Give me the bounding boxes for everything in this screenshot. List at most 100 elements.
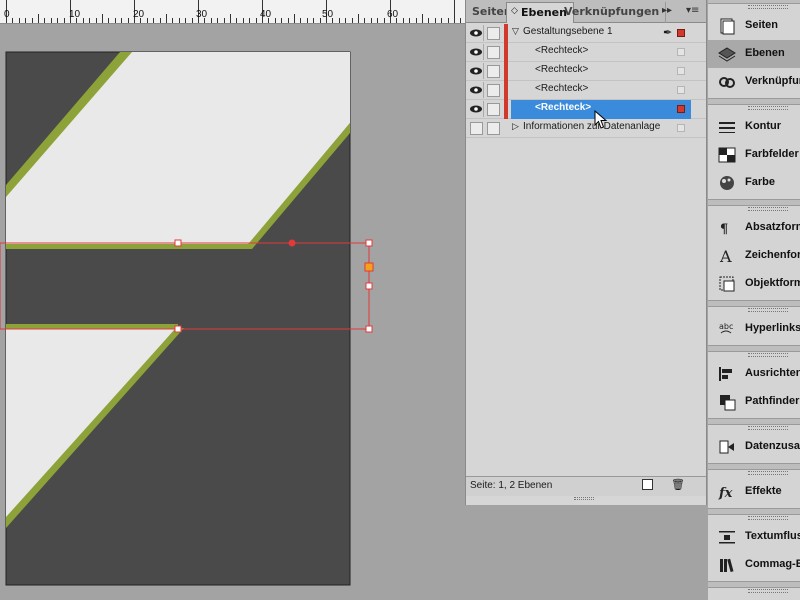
handle-bottom-middle[interactable] (174, 325, 182, 333)
more-tabs-icon[interactable]: ▸▸ (662, 5, 672, 16)
document-canvas[interactable] (0, 25, 465, 600)
dock-item-object-styles[interactable]: Objektform (708, 270, 800, 298)
disclosure-triangle-closed-icon[interactable]: ▷ (512, 122, 519, 132)
dock-item-stroke[interactable]: Kontur (708, 113, 800, 141)
eye-icon[interactable] (468, 82, 484, 98)
list-item[interactable]: <Rechteck> (466, 43, 706, 62)
item-selection-square[interactable] (677, 86, 685, 94)
item-name[interactable]: <Rechteck> (535, 45, 588, 56)
list-item[interactable]: <Rechteck> (466, 62, 706, 81)
center-point[interactable] (288, 239, 296, 247)
item-selection-square[interactable] (677, 105, 685, 113)
handle-top-middle[interactable] (174, 239, 182, 247)
lock-toggle[interactable] (487, 84, 500, 97)
dock-group: Kontur Farbfelder Farbe (708, 104, 800, 200)
dock-group-grip[interactable] (748, 308, 788, 312)
eye-icon[interactable] (468, 44, 484, 60)
svg-text:¶: ¶ (720, 222, 728, 237)
tab-layers-arrows-icon: ◇ (511, 6, 518, 16)
dock-group-grip[interactable] (748, 426, 788, 430)
lock-toggle[interactable] (487, 46, 500, 59)
ruler-label-30: 30 (196, 9, 208, 20)
trash-icon[interactable]: 🗑 (671, 478, 685, 491)
handle-middle-right[interactable] (365, 282, 373, 290)
new-layer-icon[interactable] (642, 479, 653, 490)
lock-toggle[interactable] (487, 27, 500, 40)
handle-bottom-right[interactable] (365, 325, 373, 333)
item-name[interactable]: <Rechteck> (535, 83, 588, 94)
dock-group-grip[interactable] (748, 589, 788, 593)
ruler-tick (82, 18, 84, 23)
list-item[interactable]: <Rechteck> (466, 81, 706, 100)
dock-item-swatches[interactable]: Farbfelder (708, 141, 800, 169)
ruler-tick (217, 18, 219, 23)
ruler-tick (166, 14, 167, 23)
layer-row-gestaltungsebene[interactable]: ▽ Gestaltungsebene 1 ✒ (466, 24, 706, 43)
list-item-selected[interactable]: <Rechteck> (466, 100, 706, 119)
artwork[interactable] (0, 25, 465, 600)
layer-color-swatch (504, 24, 508, 43)
dock-item-label: Seiten (745, 19, 779, 31)
dock-group: Datenzusam (708, 424, 800, 464)
dock-item-text-wrap[interactable]: Textumfluss (708, 523, 800, 551)
dock-item-label: Kontur (745, 120, 782, 132)
layer-name[interactable]: Gestaltungsebene 1 (523, 26, 613, 37)
layer-selection-square[interactable] (677, 124, 685, 132)
layer-color-swatch (504, 81, 508, 100)
dock-item-pathfinder[interactable]: Pathfinder (708, 388, 800, 416)
lock-toggle[interactable] (487, 65, 500, 78)
eye-icon[interactable] (468, 63, 484, 79)
dock-item-separations[interactable]: Separations (708, 596, 800, 600)
dock-item-links[interactable]: Verknüpfun (708, 68, 800, 96)
dock-item-color[interactable]: Farbe (708, 169, 800, 197)
layer-row-data[interactable]: ▷ Informationen zur Datenanlage (466, 119, 706, 138)
out-port[interactable] (364, 262, 374, 272)
dock-group-grip[interactable] (748, 353, 788, 357)
dock-group-grip[interactable] (748, 5, 788, 9)
layer-name[interactable]: Informationen zur Datenanlage (523, 121, 660, 132)
dock-item-data-merge[interactable]: Datenzusam (708, 433, 800, 461)
dock-item-layers[interactable]: Ebenen (708, 40, 800, 68)
ruler-tick (313, 18, 315, 23)
disclosure-triangle-open-icon[interactable]: ▽ (512, 27, 519, 37)
item-name[interactable]: <Rechteck> (535, 64, 588, 75)
svg-text:abc: abc (719, 322, 733, 331)
dock-item-paragraph-styles[interactable]: ¶ Absatzform (708, 214, 800, 242)
layer-color-swatch (504, 62, 508, 81)
dock-group: fx Effekte (708, 469, 800, 509)
panel-menu-icon[interactable]: ▾≡ (686, 5, 699, 16)
tab-links[interactable]: Verknüpfungen (558, 2, 667, 23)
lock-toggle[interactable] (487, 103, 500, 116)
dock-group-grip[interactable] (748, 471, 788, 475)
dock-group-grip[interactable] (748, 516, 788, 520)
handle-top-right[interactable] (365, 239, 373, 247)
item-name[interactable]: <Rechteck> (535, 102, 591, 113)
lock-toggle[interactable] (487, 122, 500, 135)
ruler-tick (428, 18, 430, 23)
dock-item-character-styles[interactable]: A Zeichenform (708, 242, 800, 270)
svg-text:fx: fx (718, 486, 733, 501)
dock-item-align[interactable]: Ausrichten (708, 360, 800, 388)
ruler-tick (210, 18, 212, 23)
item-selection-square[interactable] (677, 67, 685, 75)
dock-item-hyperlinks[interactable]: abc Hyperlinks (708, 315, 800, 343)
ruler-tick (236, 18, 238, 23)
eye-icon[interactable] (468, 25, 484, 41)
eye-icon[interactable] (468, 101, 484, 117)
ruler-tick (108, 18, 110, 23)
dock-item-effects[interactable]: fx Effekte (708, 478, 800, 506)
ruler-tick (364, 18, 366, 23)
ruler-tick (25, 18, 27, 23)
dock-group-grip[interactable] (748, 207, 788, 211)
layer-selection-square[interactable] (677, 29, 685, 37)
dock-item-library[interactable]: Commag-Bi (708, 551, 800, 579)
ruler-label-20: 20 (133, 9, 145, 20)
resize-grip[interactable] (574, 497, 594, 500)
visibility-toggle[interactable] (470, 122, 483, 135)
ruler-tick (191, 18, 193, 23)
dock-item-pages[interactable]: Seiten (708, 12, 800, 40)
item-selection-square[interactable] (677, 48, 685, 56)
dock-group-grip[interactable] (748, 106, 788, 110)
dock-group: Ausrichten Pathfinder (708, 351, 800, 419)
horizontal-ruler[interactable]: 0 10 20 30 40 50 60 (0, 0, 465, 24)
